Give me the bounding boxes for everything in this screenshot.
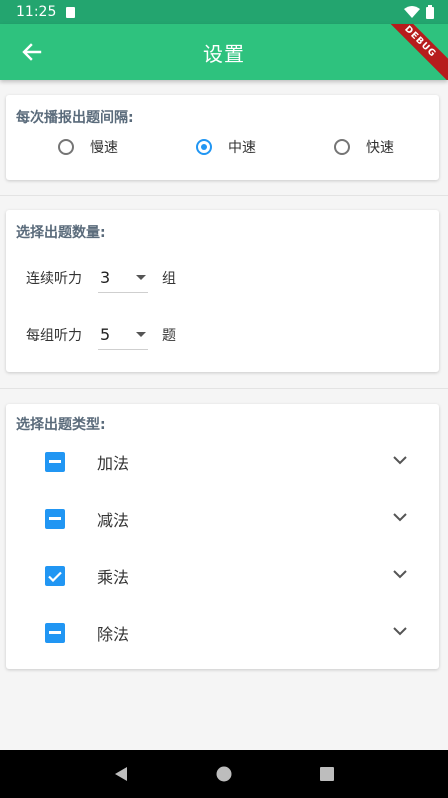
dropdown-value: 5 — [100, 325, 111, 344]
checkbox-indeterminate[interactable] — [45, 452, 65, 472]
chevron-down-icon[interactable] — [393, 627, 407, 636]
type-item-label: 加法 — [97, 454, 130, 473]
debug-ribbon-label: DEBUG — [388, 24, 448, 80]
radio-circle — [58, 139, 74, 155]
type-item-label: 乘法 — [97, 568, 130, 587]
count-unit: 题 — [162, 328, 176, 344]
back-button[interactable] — [18, 38, 46, 66]
nav-home-button[interactable] — [204, 754, 244, 794]
minus-icon — [49, 460, 61, 463]
count-row-label: 每组听力 — [26, 328, 82, 344]
count-unit: 组 — [162, 271, 176, 287]
interval-section-title: 每次播报出题间隔: — [16, 110, 134, 126]
app-bar: 设置 DEBUG — [0, 24, 448, 80]
section-divider — [0, 388, 448, 389]
chevron-down-icon[interactable] — [393, 513, 407, 522]
checkbox-indeterminate[interactable] — [45, 509, 65, 529]
caret-down-icon — [136, 332, 146, 337]
nav-recents-button[interactable] — [307, 754, 347, 794]
checkbox-indeterminate[interactable] — [45, 623, 65, 643]
type-item-division[interactable]: 除法 — [6, 613, 439, 653]
type-item-label: 除法 — [97, 625, 130, 644]
caret-down-icon — [136, 275, 146, 280]
chevron-down-icon[interactable] — [393, 570, 407, 579]
page-title: 设置 — [203, 41, 245, 66]
section-divider — [0, 195, 448, 196]
radio-label: 慢速 — [90, 140, 118, 156]
type-section-title: 选择出题类型: — [16, 417, 106, 433]
chevron-down-icon[interactable] — [393, 456, 407, 465]
settings-screen: 11:25 设置 DEBUG 每次播报出题间隔: 慢速 中速 快速 选择出题数量… — [0, 0, 448, 798]
radio-option-slow[interactable]: 慢速 — [58, 137, 118, 157]
check-icon — [48, 571, 62, 582]
radio-label: 快速 — [366, 140, 394, 156]
type-item-multiplication[interactable]: 乘法 — [6, 556, 439, 596]
debug-banner: DEBUG — [388, 24, 448, 80]
wifi-icon — [404, 6, 420, 18]
checkbox-checked[interactable] — [45, 566, 65, 586]
status-time: 11:25 — [16, 4, 57, 20]
count-section-title: 选择出题数量: — [16, 225, 106, 241]
type-card: 选择出题类型: 加法 减法 乘法 除法 — [6, 404, 439, 669]
arrow-left-icon — [22, 43, 42, 61]
minus-icon — [49, 631, 61, 634]
radio-option-medium[interactable]: 中速 — [196, 137, 256, 157]
count-card: 选择出题数量: 连续听力 3 组 每组听力 5 题 — [6, 210, 439, 372]
groups-dropdown[interactable]: 3 — [98, 263, 148, 293]
radio-option-fast[interactable]: 快速 — [334, 137, 394, 157]
type-item-addition[interactable]: 加法 — [6, 442, 439, 482]
count-row-label: 连续听力 — [26, 271, 82, 287]
questions-dropdown[interactable]: 5 — [98, 320, 148, 350]
dropdown-value: 3 — [100, 268, 111, 287]
sim-card-icon — [66, 6, 76, 18]
interval-card: 每次播报出题间隔: 慢速 中速 快速 — [6, 95, 439, 180]
recents-square-icon — [319, 767, 334, 781]
system-nav-bar — [0, 750, 448, 798]
count-row-groups: 连续听力 3 组 — [26, 263, 176, 293]
radio-circle-selected — [196, 139, 212, 155]
back-triangle-icon — [115, 767, 128, 781]
home-circle-icon — [216, 766, 232, 782]
status-bar: 11:25 — [0, 0, 448, 24]
radio-circle — [334, 139, 350, 155]
count-row-questions: 每组听力 5 题 — [26, 320, 176, 350]
type-item-label: 减法 — [97, 511, 130, 530]
type-item-subtraction[interactable]: 减法 — [6, 499, 439, 539]
minus-icon — [49, 517, 61, 520]
radio-label: 中速 — [228, 140, 256, 156]
battery-icon — [426, 5, 434, 19]
nav-back-button[interactable] — [101, 754, 141, 794]
